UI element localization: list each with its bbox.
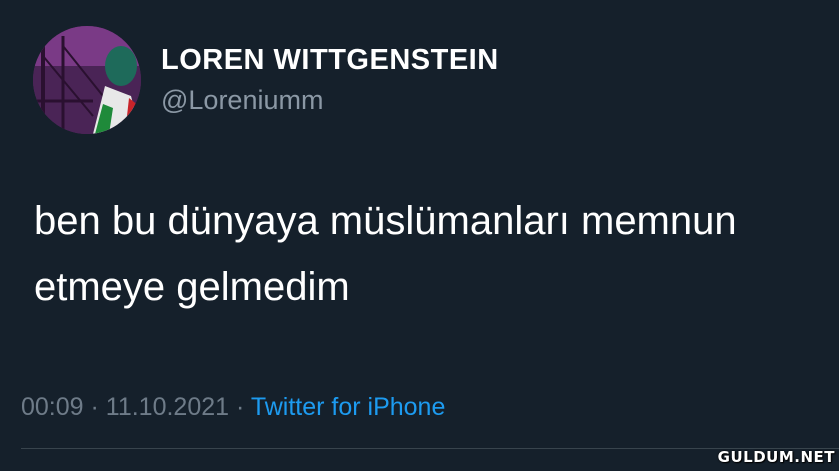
site-watermark: GULDUM.NET	[717, 448, 835, 466]
author-handle[interactable]: @Loreniumm	[161, 85, 323, 116]
tweet-text: ben bu dünyaya müslümanları memnun etmey…	[34, 199, 737, 309]
tweet-meta: 00:09 · 11.10.2021 · Twitter for iPhone	[21, 393, 445, 422]
author-display-name[interactable]: LOREN WITTGENSTEIN	[161, 44, 499, 77]
profile-avatar-icon	[33, 26, 141, 134]
meta-separator: ·	[229, 393, 251, 421]
divider	[21, 448, 839, 449]
tweet-source-link[interactable]: Twitter for iPhone	[251, 393, 446, 421]
profile-avatar[interactable]	[33, 26, 141, 134]
meta-separator: ·	[83, 393, 106, 421]
tweet-date[interactable]: 11.10.2021	[106, 393, 229, 421]
tweet-time[interactable]: 00:09	[21, 393, 84, 421]
